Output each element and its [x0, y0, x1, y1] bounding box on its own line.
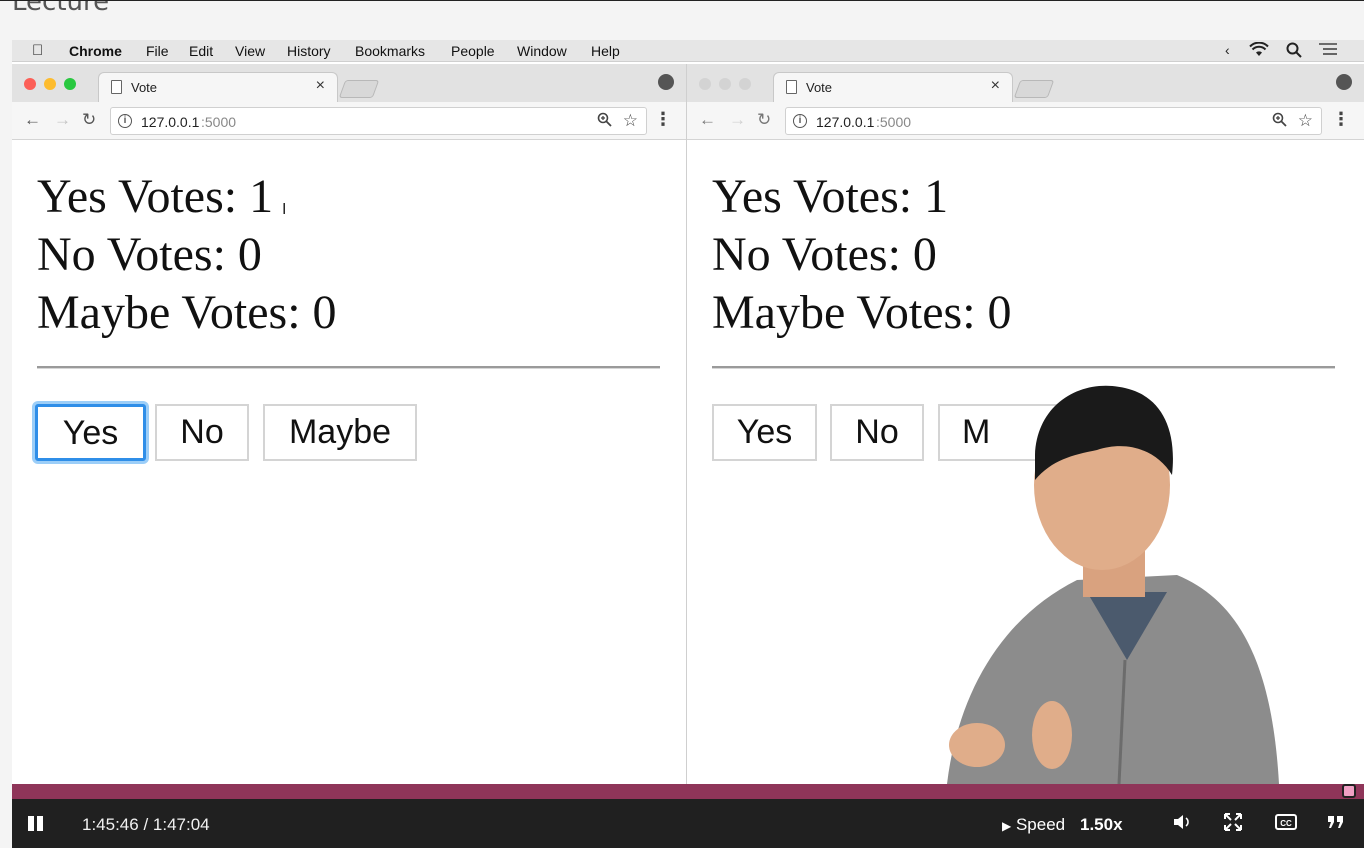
maybe-votes-count: Maybe Votes: 0 — [712, 286, 1012, 339]
maybe-button[interactable]: Maybe — [263, 404, 417, 461]
menu-people[interactable]: People — [451, 43, 495, 59]
zoom-icon[interactable] — [597, 112, 612, 131]
no-button[interactable]: No — [155, 404, 249, 461]
bookmark-star-icon[interactable]: ☆ — [623, 111, 638, 131]
close-tab-icon[interactable]: × — [316, 77, 325, 95]
url-host: 127.0.0.1 — [816, 114, 875, 130]
address-bar[interactable]: i 127.0.0.1 :5000 ☆ — [785, 107, 1322, 135]
menu-help[interactable]: Help — [591, 43, 620, 59]
minimize-window-button[interactable] — [719, 78, 731, 90]
speed-label: Speed — [1015, 815, 1066, 834]
yes-button[interactable]: Yes — [712, 404, 817, 461]
yes-votes-count: Yes Votes: 1 — [712, 170, 949, 223]
page-header: Lecture — [0, 0, 1364, 26]
site-info-icon[interactable]: i — [793, 114, 807, 128]
minimize-window-button[interactable] — [44, 78, 56, 90]
tab-vote[interactable]: Vote × — [773, 72, 1013, 102]
notification-list-icon[interactable] — [1318, 42, 1338, 59]
wifi-icon[interactable] — [1249, 41, 1269, 61]
progress-scrubber-handle[interactable] — [1342, 784, 1356, 798]
no-votes-count: No Votes: 0 — [37, 228, 262, 281]
browser-toolbar: ← → ↻ i 127.0.0.1 :5000 ☆ ⋮ — [687, 102, 1364, 140]
site-info-icon[interactable]: i — [118, 114, 132, 128]
yes-votes-count: Yes Votes: 1 — [37, 170, 274, 223]
playback-time: 1:45:46 / 1:47:04 — [82, 815, 210, 834]
chrome-menu-icon[interactable]: ⋮ — [1332, 109, 1350, 130]
presenter-video-overlay — [887, 360, 1364, 784]
fullscreen-icon[interactable] — [1224, 813, 1242, 836]
divider — [37, 366, 660, 369]
bookmark-star-icon[interactable]: ☆ — [1298, 111, 1313, 131]
tab-strip: Vote × — [687, 64, 1364, 102]
text-cursor-icon: I — [282, 201, 287, 218]
no-votes-count: No Votes: 0 — [712, 228, 937, 281]
zoom-window-button[interactable] — [64, 78, 76, 90]
yes-button[interactable]: Yes — [35, 404, 146, 461]
mac-menubar:  Chrome File Edit View History Bookmark… — [12, 40, 1364, 62]
back-arrow-icon[interactable]: ← — [24, 110, 41, 130]
page-icon — [111, 80, 122, 94]
video-controls-bar: 1:45:46 / 1:47:04 ▶ Speed 1.50x CC — [12, 799, 1364, 848]
tab-strip: Vote × — [12, 64, 686, 102]
menu-file[interactable]: File — [146, 43, 169, 59]
zoom-window-button[interactable] — [739, 78, 751, 90]
play-triangle-icon: ▶ — [1002, 819, 1012, 833]
svg-text:CC: CC — [1280, 819, 1292, 828]
window-controls — [24, 77, 84, 95]
tab-vote[interactable]: Vote × — [98, 72, 338, 102]
browser-window-left: Vote × ← → ↻ i 127.0.0.1 :5000 ☆ ⋮ Yes V… — [12, 64, 687, 784]
close-window-button[interactable] — [699, 78, 711, 90]
maybe-votes-count: Maybe Votes: 0 — [37, 286, 337, 339]
zoom-icon[interactable] — [1272, 112, 1287, 131]
forward-arrow-icon[interactable]: → — [54, 110, 71, 130]
spotlight-search-icon[interactable] — [1286, 42, 1302, 61]
url-host: 127.0.0.1 — [141, 114, 200, 130]
video-progress-bar[interactable] — [12, 784, 1364, 799]
close-tab-icon[interactable]: × — [991, 77, 1000, 95]
reload-icon[interactable]: ↻ — [757, 110, 771, 130]
captions-icon[interactable]: CC — [1275, 813, 1297, 836]
tab-title: Vote — [131, 80, 158, 95]
menu-app-name[interactable]: Chrome — [69, 43, 122, 59]
profile-icon[interactable] — [1336, 74, 1352, 90]
address-bar[interactable]: i 127.0.0.1 :5000 ☆ — [110, 107, 647, 135]
profile-icon[interactable] — [658, 74, 674, 90]
tab-title: Vote — [806, 80, 833, 95]
video-frame[interactable]:  Chrome File Edit View History Bookmark… — [12, 40, 1364, 784]
menu-edit[interactable]: Edit — [189, 43, 213, 59]
url-port: :5000 — [201, 114, 237, 130]
menu-view[interactable]: View — [235, 43, 265, 59]
new-tab-button[interactable] — [338, 80, 380, 98]
close-window-button[interactable] — [24, 78, 36, 90]
chrome-menu-icon[interactable]: ⋮ — [654, 109, 672, 130]
url-port: :5000 — [876, 114, 912, 130]
speed-button[interactable]: ▶ Speed — [1002, 815, 1065, 835]
pause-icon[interactable] — [28, 816, 46, 836]
page-content: Yes Votes: 1 No Votes: 0 Maybe Votes: 0 … — [12, 141, 686, 784]
window-controls — [699, 77, 759, 95]
new-tab-button[interactable] — [1013, 80, 1055, 98]
page-heading: Lecture — [12, 0, 110, 17]
chevron-left-icon[interactable]: ‹ — [1225, 42, 1230, 58]
page-icon — [786, 80, 797, 94]
apple-icon[interactable]:  — [32, 42, 43, 59]
browser-toolbar: ← → ↻ i 127.0.0.1 :5000 ☆ ⋮ — [12, 102, 686, 140]
volume-icon[interactable] — [1172, 813, 1192, 836]
back-arrow-icon[interactable]: ← — [699, 110, 716, 130]
reload-icon[interactable]: ↻ — [82, 110, 96, 130]
transcript-icon[interactable] — [1326, 813, 1346, 836]
menu-window[interactable]: Window — [517, 43, 567, 59]
menu-history[interactable]: History — [287, 43, 331, 59]
speed-value[interactable]: 1.50x — [1080, 815, 1123, 835]
forward-arrow-icon[interactable]: → — [729, 110, 746, 130]
menu-bookmarks[interactable]: Bookmarks — [355, 43, 425, 59]
